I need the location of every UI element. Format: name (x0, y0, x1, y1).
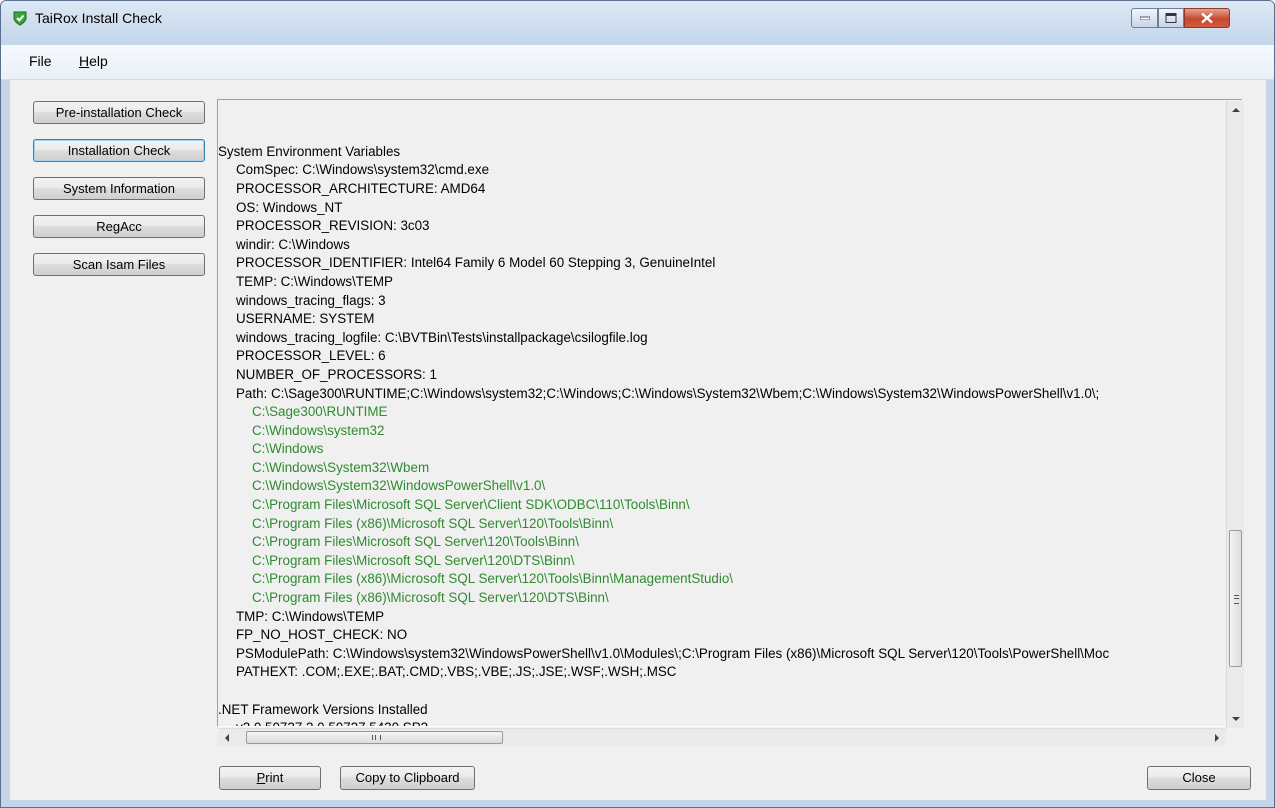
system-information-button[interactable]: System Information (33, 177, 205, 200)
report-line: C:\Sage300\RUNTIME (252, 404, 388, 420)
menu-help-mnemonic: H (79, 53, 90, 69)
print-mnemonic: P (256, 770, 266, 785)
menu-help[interactable]: Help (79, 53, 108, 69)
report-line: C:\Program Files\Microsoft SQL Server\12… (252, 552, 575, 568)
report-line: System Environment Variables (218, 143, 401, 159)
app-window: TaiRox Install Check File Help Pre-insta… (0, 0, 1275, 808)
menu-file[interactable]: File (29, 53, 52, 69)
report-line: .NET Framework Versions Installed (218, 701, 428, 717)
report-line: PROCESSOR_LEVEL: 6 (236, 348, 386, 364)
report-line: C:\Windows\system32 (252, 422, 385, 438)
report-line: NUMBER_OF_PROCESSORS: 1 (236, 366, 437, 382)
report-line: C:\Windows\System32\WindowsPowerShell\v1… (252, 478, 546, 494)
report-line: windows_tracing_logfile: C:\BVTBin\Tests… (236, 329, 648, 345)
vertical-scroll-thumb[interactable] (1229, 530, 1242, 667)
close-button[interactable]: Close (1147, 766, 1251, 790)
report-line: C:\Program Files (x86)\Microsoft SQL Ser… (252, 515, 614, 531)
horizontal-scroll-thumb[interactable] (246, 731, 503, 744)
minimize-button[interactable] (1131, 8, 1158, 28)
menu-help-rest: elp (89, 53, 108, 69)
scroll-right-arrow-icon[interactable] (1215, 734, 1219, 742)
print-label-rest: rint (265, 770, 284, 785)
report-line (218, 124, 1228, 143)
report-line: TEMP: C:\Windows\TEMP (236, 273, 393, 289)
installation-check-button[interactable]: Installation Check (33, 139, 205, 162)
report-line: OS: Windows_NT (236, 199, 343, 215)
report-line: windir: C:\Windows (236, 236, 350, 252)
report-line: C:\Program Files\Microsoft SQL Server\Cl… (252, 497, 690, 513)
report-line: USERNAME: SYSTEM (236, 311, 375, 327)
scroll-up-arrow-icon[interactable] (1232, 108, 1240, 112)
report-line: C:\Windows (252, 441, 324, 457)
report-line: C:\Windows\System32\Wbem (252, 459, 430, 475)
minimize-icon (1139, 16, 1150, 20)
scroll-corner (1226, 728, 1243, 745)
report-line: v2.0.50727 2.0.50727.5420 SP2 (218, 719, 1228, 726)
menu-bar: File Help (1, 45, 1274, 80)
report-line: PROCESSOR_ARCHITECTURE: AMD64 (236, 180, 486, 196)
scroll-left-arrow-icon[interactable] (225, 734, 229, 742)
pre-installation-check-button[interactable]: Pre-installation Check (33, 101, 205, 124)
maximize-icon (1165, 13, 1177, 23)
report-line: ComSpec: C:\Windows\system32\cmd.exe (236, 162, 490, 178)
report-text-area[interactable]: System Environment Variables ComSpec: C:\… (217, 99, 1242, 727)
window-title: TaiRox Install Check (35, 10, 162, 26)
app-shield-icon (13, 11, 27, 26)
client-area: Pre-installation Check Installation Chec… (10, 80, 1266, 800)
report-line: Path: C:\Sage300\RUNTIME;C:\Windows\syst… (236, 385, 1100, 401)
scroll-grip-icon (1234, 595, 1239, 604)
report-line: PROCESSOR_IDENTIFIER: Intel64 Family 6 M… (236, 255, 716, 271)
report-line: FP_NO_HOST_CHECK: NO (236, 627, 408, 643)
close-icon (1201, 12, 1213, 24)
close-window-button[interactable] (1184, 8, 1230, 28)
report-line: C:\Program Files (x86)\Microsoft SQL Ser… (252, 590, 609, 606)
report-line: TMP: C:\Windows\TEMP (236, 608, 385, 624)
scan-isam-files-button[interactable]: Scan Isam Files (33, 253, 205, 276)
report-line: windows_tracing_flags: 3 (236, 292, 386, 308)
report-line (218, 682, 1228, 701)
title-bar[interactable]: TaiRox Install Check (1, 1, 1274, 45)
report-line: C:\Program Files\Microsoft SQL Server\12… (252, 534, 579, 550)
report-text: System Environment Variables ComSpec: C:\… (218, 100, 1228, 726)
scroll-down-arrow-icon[interactable] (1232, 717, 1240, 721)
maximize-button[interactable] (1158, 8, 1184, 28)
report-line: PATHEXT: .COM;.EXE;.BAT;.CMD;.VBS;.VBE;.… (236, 664, 677, 680)
horizontal-scrollbar[interactable] (218, 728, 1226, 746)
report-line: C:\Program Files (x86)\Microsoft SQL Ser… (252, 571, 734, 587)
scroll-grip-icon (372, 735, 381, 740)
report-line (218, 100, 1228, 106)
regacc-button[interactable]: RegAcc (33, 215, 205, 238)
report-line: PROCESSOR_REVISION: 3c03 (236, 218, 430, 234)
report-line (218, 106, 1228, 125)
report-line: PSModulePath: C:\Windows\system32\Window… (236, 645, 1110, 661)
copy-to-clipboard-button[interactable]: Copy to Clipboard (340, 766, 475, 790)
vertical-scrollbar[interactable] (1226, 101, 1244, 728)
print-button[interactable]: Print (219, 766, 321, 790)
